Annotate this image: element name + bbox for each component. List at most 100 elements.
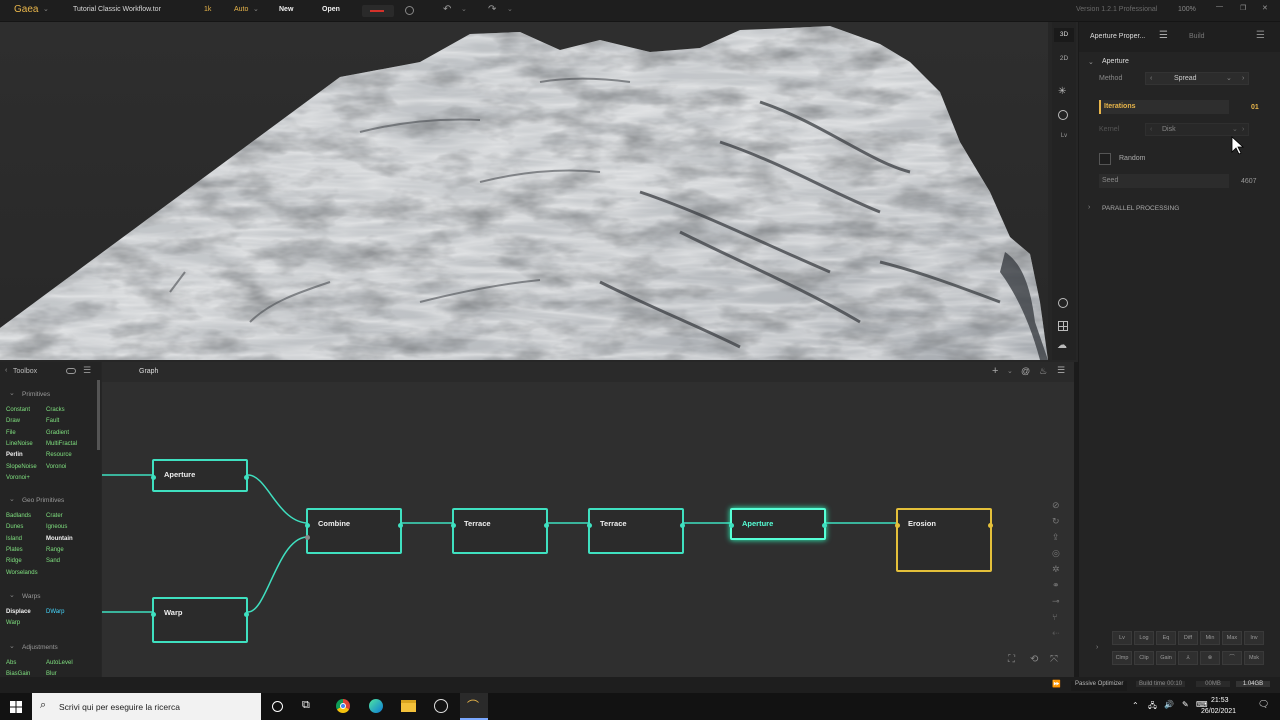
kernel-select[interactable]: ‹ Disk ⌄ › xyxy=(1145,123,1249,136)
levels-button[interactable]: Lv xyxy=(1056,133,1072,139)
adjust-button[interactable]: Clip xyxy=(1134,651,1154,665)
seed-value[interactable]: 4607 xyxy=(1241,178,1257,185)
export-icon[interactable]: ⇪ xyxy=(1052,532,1060,543)
terrain-viewport[interactable] xyxy=(0,22,1048,360)
toolbox-item[interactable]: Draw xyxy=(6,418,20,424)
toolbox-item[interactable]: Plates xyxy=(6,547,23,553)
adjust-button[interactable]: Lv xyxy=(1112,631,1132,645)
app-circle-icon[interactable] xyxy=(434,699,448,713)
maximize-icon[interactable]: ❐ xyxy=(1240,4,1246,12)
record-button[interactable] xyxy=(362,5,394,17)
geo-collapse-icon[interactable]: ⌄ xyxy=(9,495,15,503)
adjust-button[interactable]: Inv xyxy=(1244,631,1264,645)
node-combine-in-port-1[interactable] xyxy=(305,523,310,528)
clock-time[interactable]: 21:53 xyxy=(1211,697,1229,704)
chrome-icon[interactable] xyxy=(336,699,350,713)
parallel-processing-section[interactable]: PARALLEL PROCESSING xyxy=(1102,205,1179,212)
node-erosion-out-port[interactable] xyxy=(988,523,993,528)
adjust-button[interactable]: Log xyxy=(1134,631,1154,645)
toolbox-item[interactable]: Dunes xyxy=(6,524,23,530)
toolbox-item[interactable]: Ridge xyxy=(6,558,22,564)
toolbox-item[interactable]: DWarp xyxy=(46,609,64,615)
tab-build[interactable]: Build xyxy=(1189,33,1205,40)
warps-collapse-icon[interactable]: ⌄ xyxy=(9,591,15,599)
adjust-button[interactable]: Clmp xyxy=(1112,651,1132,665)
node-aperture-selected-out-port[interactable] xyxy=(822,523,827,528)
adjust-button[interactable]: Diff xyxy=(1178,631,1198,645)
toolbox-visibility-icon[interactable] xyxy=(66,368,76,374)
network-icon[interactable]: 🖧 xyxy=(1148,700,1157,714)
adjust-button[interactable]: Msk xyxy=(1244,651,1264,665)
layout-icon[interactable]: ⤧ xyxy=(1050,654,1058,665)
node-erosion-in-port[interactable] xyxy=(895,523,900,528)
toolbox-scrollbar[interactable] xyxy=(97,380,100,450)
method-select[interactable]: ‹ Spread ⌄ › xyxy=(1145,72,1249,85)
windows-start-icon[interactable] xyxy=(10,701,22,713)
adjust-button[interactable]: ⌒ xyxy=(1222,651,1242,665)
node-graph[interactable]: Graph + ⌄ @ ♨ ☰ Aperture Warp Combine Te… xyxy=(102,362,1074,677)
toolbox-item[interactable]: Igneous xyxy=(46,524,67,530)
method-prev-icon[interactable]: ‹ xyxy=(1150,75,1152,82)
toolbox-item[interactable]: Perlin xyxy=(6,452,23,458)
task-view-icon[interactable]: ⧉ xyxy=(302,699,310,712)
node-terrace-2[interactable]: Terrace xyxy=(587,508,685,554)
toolbox-item[interactable]: Island xyxy=(6,536,22,542)
node-terrace-1[interactable]: Terrace xyxy=(451,508,549,554)
adjust-button[interactable]: Max xyxy=(1222,631,1242,645)
target-node-icon[interactable]: ◎ xyxy=(1052,548,1060,559)
mode-dropdown[interactable]: Auto xyxy=(234,6,248,13)
play-icon[interactable]: ⏩ xyxy=(1052,680,1061,688)
disable-icon[interactable]: ⊘ xyxy=(1052,500,1060,511)
open-button[interactable]: Open xyxy=(322,6,340,13)
notification-icon[interactable]: 🗨 xyxy=(1258,699,1269,710)
redo-chevron-icon[interactable]: ⌄ xyxy=(507,5,513,13)
toolbox-item[interactable]: MultiFractal xyxy=(46,441,77,447)
gaea-taskbar-app[interactable]: ⌒ xyxy=(460,693,488,720)
target-icon[interactable] xyxy=(405,6,414,15)
kernel-next-icon[interactable]: › xyxy=(1242,126,1244,133)
toolbox-item[interactable]: Badlands xyxy=(6,513,31,519)
toolbox-back-icon[interactable]: ‹ xyxy=(5,367,7,374)
adjust-button[interactable]: Min xyxy=(1200,631,1220,645)
branch-icon[interactable]: ⑂ xyxy=(1052,612,1057,622)
toolbox-item[interactable]: Abs xyxy=(6,660,16,666)
toolbox-item[interactable]: Crater xyxy=(46,513,63,519)
adjust-button[interactable]: ⅄ xyxy=(1178,651,1198,665)
redo-icon[interactable]: ↷ xyxy=(488,4,496,15)
node-combine-out-port[interactable] xyxy=(398,523,403,528)
toolbox-item[interactable]: Mountain xyxy=(46,536,73,542)
undo-chevron-icon[interactable]: ⌄ xyxy=(461,5,467,13)
refresh-icon[interactable]: ↻ xyxy=(1052,516,1060,527)
adjust-expand-icon[interactable]: › xyxy=(1096,644,1098,651)
adjust-button[interactable]: Gain xyxy=(1156,651,1176,665)
toolbox-item[interactable]: Resource xyxy=(46,452,72,458)
iterations-field[interactable]: Iterations xyxy=(1099,100,1229,114)
view-3d-button[interactable]: 3D xyxy=(1054,28,1074,42)
port-icon[interactable]: ⊸ xyxy=(1052,596,1060,607)
toolbox-item[interactable]: Range xyxy=(46,547,64,553)
arrow-icon[interactable]: ⇠ xyxy=(1052,628,1060,639)
toolbox-item[interactable]: Constant xyxy=(6,407,30,413)
volume-icon[interactable]: 🔊 xyxy=(1164,700,1174,709)
new-button[interactable]: New xyxy=(279,6,293,13)
undo-icon[interactable]: ↶ xyxy=(443,4,451,15)
zoom-dropdown[interactable]: 100% xyxy=(1178,6,1196,13)
node-aperture-selected-in-port[interactable] xyxy=(729,523,734,528)
tab-menu-icon[interactable]: ☰ xyxy=(1159,30,1168,41)
fit-view-icon[interactable]: ⛶ xyxy=(1008,654,1015,665)
cloud-icon[interactable]: ☁ xyxy=(1057,340,1067,351)
link-icon[interactable]: ⚭ xyxy=(1052,580,1060,591)
node-terrace-2-out-port[interactable] xyxy=(680,523,685,528)
parallel-expand-icon[interactable]: › xyxy=(1088,204,1090,211)
node-terrace-1-in-port[interactable] xyxy=(451,523,456,528)
graph-splitter[interactable] xyxy=(1074,362,1078,677)
sync-icon[interactable]: ⟲ xyxy=(1030,654,1038,665)
node-combine-in-port-2[interactable] xyxy=(305,535,310,540)
node-erosion[interactable]: Erosion xyxy=(895,508,993,572)
toolbox-item[interactable]: Worselands xyxy=(6,570,38,576)
app-menu-chevron-icon[interactable]: ⌄ xyxy=(43,5,49,13)
edge-icon[interactable] xyxy=(369,699,383,713)
adjust-button[interactable]: Eq xyxy=(1156,631,1176,645)
adjust-button[interactable]: ⊗ xyxy=(1200,651,1220,665)
seed-field[interactable]: Seed xyxy=(1099,174,1229,188)
